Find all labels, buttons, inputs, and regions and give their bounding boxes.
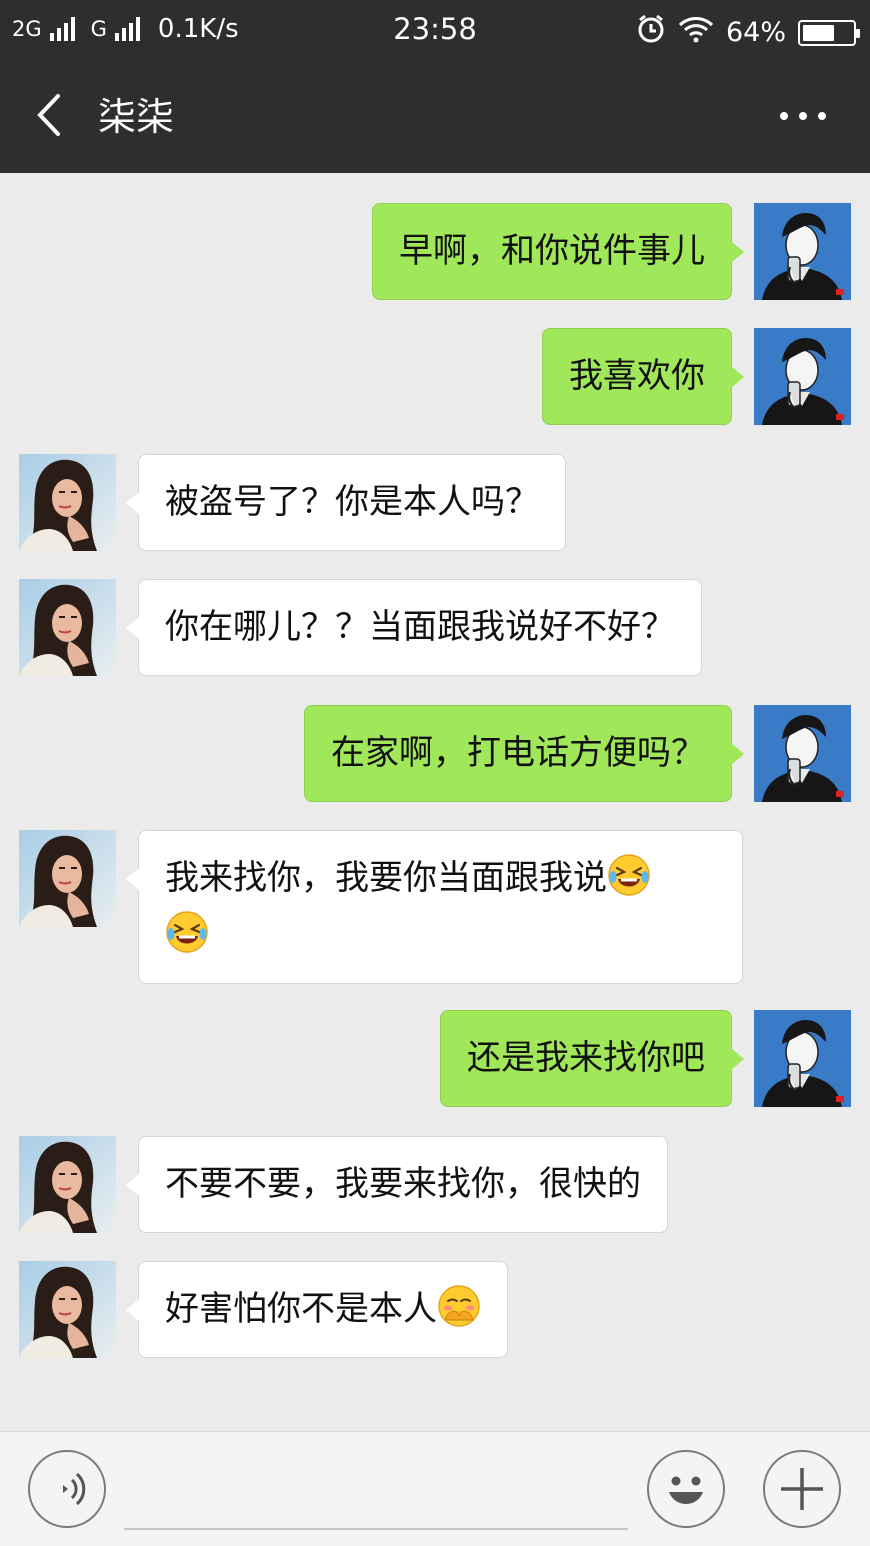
more-button[interactable]: [780, 104, 826, 128]
message-bubble-sent[interactable]: 还是我来找你吧: [440, 1010, 744, 1107]
message-text: 在家啊，打电话方便吗？: [331, 733, 705, 773]
my-avatar[interactable]: [754, 328, 851, 425]
message-bubble-received[interactable]: 好害怕你不是本人: [126, 1261, 508, 1358]
nav-bar: 柒柒: [0, 60, 870, 173]
status-bar: 2G G 0.1K/s 23:58 64%: [0, 0, 870, 60]
message-text: 我来找你，我要你当面跟我说: [165, 858, 607, 898]
message-text: 我喜欢你: [569, 356, 705, 396]
laughing-tears-emoji: [165, 910, 209, 954]
emoji-button[interactable]: [647, 1450, 725, 1528]
shy-hands-emoji: [437, 1284, 481, 1328]
message-bubble-received[interactable]: 被盗号了？你是本人吗？: [126, 454, 566, 551]
contact-avatar[interactable]: [19, 1136, 116, 1233]
my-avatar[interactable]: [754, 705, 851, 802]
laughing-tears-emoji: [607, 853, 651, 897]
message-bubble-received[interactable]: 你在哪儿？？当面跟我说好不好？: [126, 579, 702, 676]
smiley-icon: [669, 1476, 703, 1504]
message-text: 早啊，和你说件事儿: [399, 231, 705, 271]
message-text: 好害怕你不是本人: [165, 1289, 437, 1329]
chevron-left-icon: [37, 94, 60, 136]
message-bubble-sent[interactable]: 我喜欢你: [542, 328, 744, 425]
contact-avatar[interactable]: [19, 1261, 116, 1358]
chat-title: 柒柒: [98, 95, 175, 139]
my-avatar[interactable]: [754, 203, 851, 300]
plus-icon: [781, 1468, 823, 1510]
wifi-icon: [678, 15, 714, 50]
message-bubble-received[interactable]: 我来找你，我要你当面跟我说: [126, 830, 743, 984]
message-text: 不要不要，我要来找你，很快的: [165, 1164, 641, 1204]
voice-button[interactable]: [28, 1450, 106, 1528]
status-right: 64%: [636, 14, 860, 51]
message-bubble-sent[interactable]: 在家啊，打电话方便吗？: [304, 705, 744, 802]
top-bar: 2G G 0.1K/s 23:58 64% 柒柒: [0, 0, 870, 173]
message-bubble-received[interactable]: 不要不要，我要来找你，很快的: [126, 1136, 668, 1233]
contact-avatar[interactable]: [19, 454, 116, 551]
message-bubble-sent[interactable]: 早啊，和你说件事儿: [372, 203, 744, 300]
alarm-icon: [636, 14, 666, 51]
back-button[interactable]: [30, 90, 70, 140]
message-text: 还是我来找你吧: [467, 1038, 705, 1078]
contact-avatar[interactable]: [19, 579, 116, 676]
voice-icon: [63, 1472, 86, 1506]
message-input[interactable]: [124, 1462, 628, 1530]
chat-area[interactable]: 早啊，和你说件事儿 我喜欢你 被盗号了？你是本人吗？ 你在哪儿？？当面跟我说好不…: [0, 173, 870, 1431]
input-bar: [0, 1431, 870, 1546]
more-dots-icon: [780, 112, 788, 120]
my-avatar[interactable]: [754, 1010, 851, 1107]
message-text: 被盗号了？你是本人吗？: [165, 482, 539, 522]
more-actions-button[interactable]: [763, 1450, 841, 1528]
contact-avatar[interactable]: [19, 830, 116, 927]
message-text: 你在哪儿？？当面跟我说好不好？: [165, 607, 675, 647]
battery-percent: 64%: [725, 17, 786, 48]
battery-icon: [798, 19, 860, 46]
